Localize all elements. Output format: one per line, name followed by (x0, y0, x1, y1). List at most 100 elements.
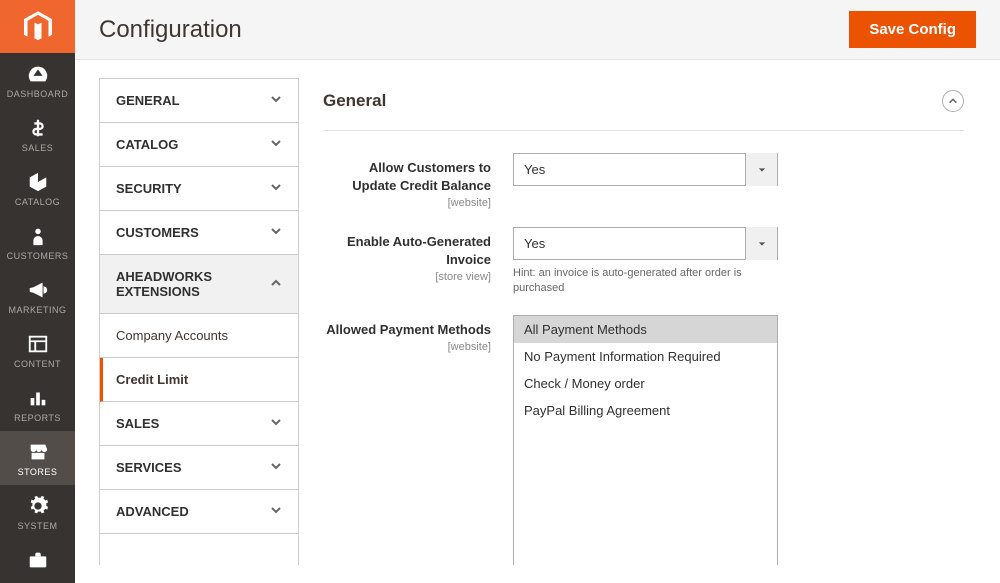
nav-label: CUSTOMERS (7, 251, 69, 261)
save-config-button[interactable]: Save Config (849, 11, 976, 48)
scope-text: [website] (323, 197, 491, 209)
tab-label: AHEADWORKS EXTENSIONS (116, 269, 256, 299)
nav-customers[interactable]: CUSTOMERS (0, 215, 75, 269)
field-allowed-payment-methods: Allowed Payment Methods [website] All Pa… (323, 315, 964, 565)
megaphone-icon (27, 279, 49, 301)
nav-label: MARKETING (8, 305, 66, 315)
section-header[interactable]: General (323, 78, 964, 131)
content-row: GENERAL CATALOG SECURITY CUSTOMERS AHEAD… (75, 60, 1000, 583)
field-allow-update-credit: Allow Customers to Update Credit Balance… (323, 153, 964, 209)
config-tabs: GENERAL CATALOG SECURITY CUSTOMERS AHEAD… (99, 78, 299, 565)
tab-services[interactable]: SERVICES (100, 446, 298, 490)
field-control: Yes (513, 153, 778, 186)
section-title: General (323, 91, 386, 111)
tab-label: GENERAL (116, 93, 180, 108)
chevron-down-icon (270, 416, 282, 431)
nav-dashboard[interactable]: DASHBOARD (0, 53, 75, 107)
payment-option[interactable]: Check / Money order (514, 370, 777, 397)
gauge-icon (27, 63, 49, 85)
nav-marketing[interactable]: MARKETING (0, 269, 75, 323)
payment-option[interactable]: All Payment Methods (514, 316, 777, 343)
person-icon (27, 225, 49, 247)
auto-invoice-select[interactable]: Yes (513, 227, 778, 260)
dollar-icon (27, 117, 49, 139)
select-value: Yes (514, 236, 745, 251)
tab-label: SERVICES (116, 460, 182, 475)
tab-catalog[interactable]: CATALOG (100, 123, 298, 167)
magento-logo-icon (24, 11, 52, 43)
dropdown-arrow-button[interactable] (745, 153, 777, 186)
chevron-down-icon (270, 225, 282, 240)
field-label: Enable Auto-Generated Invoice [store vie… (323, 227, 513, 283)
label-text: Enable Auto-Generated Invoice (347, 234, 491, 267)
tab-customers[interactable]: CUSTOMERS (100, 211, 298, 255)
field-hint: Hint: an invoice is auto-generated after… (513, 266, 778, 297)
nav-catalog[interactable]: CATALOG (0, 161, 75, 215)
bar-chart-icon (27, 387, 49, 409)
briefcase-icon (27, 549, 49, 571)
box-icon (27, 171, 49, 193)
chevron-down-icon (270, 181, 282, 196)
field-label: Allowed Payment Methods [website] (323, 315, 513, 353)
chevron-up-icon (270, 277, 282, 292)
tab-label: SECURITY (116, 181, 182, 196)
tab-sales[interactable]: SALES (100, 402, 298, 446)
tab-label: CUSTOMERS (116, 225, 199, 240)
tab-advanced[interactable]: ADVANCED (100, 490, 298, 534)
collapse-section-button[interactable] (942, 90, 964, 112)
nav-reports[interactable]: REPORTS (0, 377, 75, 431)
tab-label: CATALOG (116, 137, 178, 152)
nav-system[interactable]: SYSTEM (0, 485, 75, 539)
nav-label: CATALOG (15, 197, 60, 207)
page-title: Configuration (99, 16, 242, 44)
tab-label: SALES (116, 416, 159, 431)
subtab-label: Credit Limit (116, 372, 188, 387)
field-label: Allow Customers to Update Credit Balance… (323, 153, 513, 209)
tab-label: ADVANCED (116, 504, 189, 519)
admin-sidebar: DASHBOARD SALES CATALOG CUSTOMERS MARKET… (0, 0, 75, 583)
nav-sales[interactable]: SALES (0, 107, 75, 161)
payment-option[interactable]: No Payment Information Required (514, 343, 777, 370)
allow-update-select[interactable]: Yes (513, 153, 778, 186)
scope-text: [store view] (323, 271, 491, 283)
magento-logo[interactable] (0, 0, 75, 53)
nav-stores[interactable]: STORES (0, 431, 75, 485)
subtab-company-accounts[interactable]: Company Accounts (100, 314, 298, 358)
tab-security[interactable]: SECURITY (100, 167, 298, 211)
subtab-label: Company Accounts (116, 328, 228, 343)
nav-label: SALES (22, 143, 54, 153)
field-control: All Payment Methods No Payment Informati… (513, 315, 778, 565)
dropdown-arrow-button[interactable] (745, 227, 777, 260)
store-icon (27, 441, 49, 463)
chevron-down-icon (270, 460, 282, 475)
main-area: Configuration Save Config GENERAL CATALO… (75, 0, 1000, 583)
nav-label: SYSTEM (17, 521, 57, 531)
nav-label: CONTENT (14, 359, 61, 369)
nav-label: STORES (18, 467, 58, 477)
caret-down-icon (758, 240, 766, 248)
subtab-credit-limit[interactable]: Credit Limit (100, 358, 298, 402)
allowed-methods-multiselect[interactable]: All Payment Methods No Payment Informati… (513, 315, 778, 565)
payment-option[interactable]: PayPal Billing Agreement (514, 397, 777, 424)
nav-label: DASHBOARD (7, 89, 69, 99)
chevron-down-icon (270, 504, 282, 519)
label-text: Allowed Payment Methods (326, 322, 491, 337)
gear-icon (27, 495, 49, 517)
chevron-down-icon (270, 93, 282, 108)
chevron-down-icon (270, 137, 282, 152)
select-value: Yes (514, 162, 745, 177)
field-auto-invoice: Enable Auto-Generated Invoice [store vie… (323, 227, 964, 297)
tab-aheadworks-extensions[interactable]: AHEADWORKS EXTENSIONS (100, 255, 298, 314)
form-area: General Allow Customers to Update Credit… (323, 78, 976, 565)
scope-text: [website] (323, 341, 491, 353)
tab-general[interactable]: GENERAL (100, 79, 298, 123)
caret-down-icon (758, 166, 766, 174)
page-header: Configuration Save Config (75, 0, 1000, 60)
nav-partners[interactable] (0, 539, 75, 583)
nav-content[interactable]: CONTENT (0, 323, 75, 377)
layout-icon (27, 333, 49, 355)
field-control: Yes Hint: an invoice is auto-generated a… (513, 227, 778, 297)
nav-label: REPORTS (14, 413, 61, 423)
label-text: Allow Customers to Update Credit Balance (352, 160, 491, 193)
chevron-up-icon (948, 96, 958, 106)
